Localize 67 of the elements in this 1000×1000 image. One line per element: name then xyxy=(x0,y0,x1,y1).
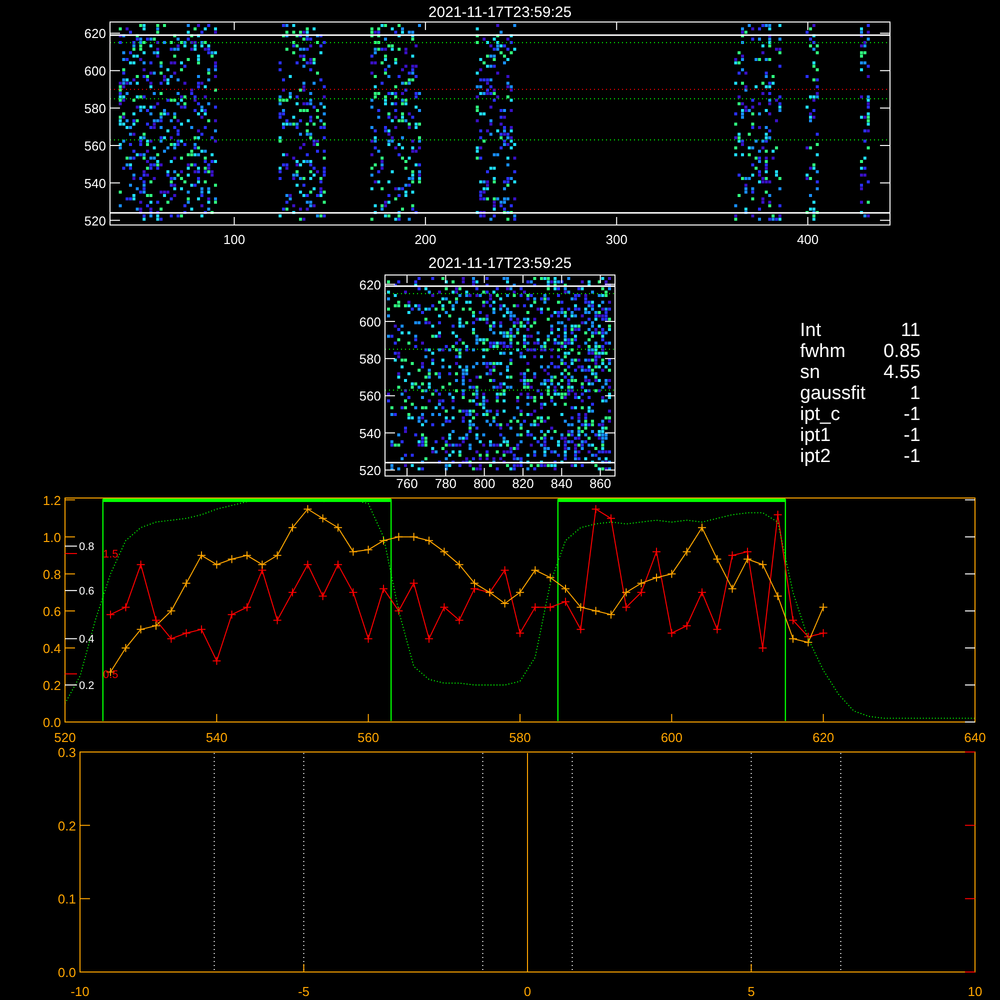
axis-tick-label: 5 xyxy=(748,984,755,999)
axis-tick-label: 0 xyxy=(524,984,532,999)
axis-tick-label: 0.5 xyxy=(103,668,118,681)
fit-parameter-value: 11 xyxy=(900,320,920,341)
axis-tick-label: -5 xyxy=(298,984,310,999)
axis-tick-label: 0.6 xyxy=(79,586,94,598)
axis-tick-label: 0.2 xyxy=(42,678,61,693)
axis-tick-label: 780 xyxy=(434,476,457,490)
fit-parameter-label: gaussfit xyxy=(800,383,866,404)
fit-parameter-value: 4.55 xyxy=(883,362,920,383)
fit-parameter-label: ipt1 xyxy=(800,425,832,446)
axis-tick-label: 540 xyxy=(206,730,228,745)
fit-parameter-label: Int xyxy=(800,320,822,341)
axis-tick-label: 600 xyxy=(359,314,381,330)
axis-tick-label: 600 xyxy=(660,730,683,745)
axis-tick-label: -10 xyxy=(70,984,90,999)
fit-parameter-label: ipt2 xyxy=(800,446,832,467)
axis-tick-label: 540 xyxy=(84,176,106,191)
axis-tick-label: 10 xyxy=(968,984,982,999)
axis-tick-label: 580 xyxy=(509,730,531,745)
axis-tick-label: 620 xyxy=(812,730,834,745)
axis-tick-label: 640 xyxy=(964,730,986,745)
axis-tick-label: 0.6 xyxy=(42,604,61,619)
axis-tick-label: 400 xyxy=(796,232,819,247)
plot-title: 2021-11-17T23:59:25 xyxy=(428,255,572,272)
fit-parameter-value: -1 xyxy=(902,425,920,446)
axis-tick-label: 560 xyxy=(357,730,380,745)
axis-tick-label: 0.0 xyxy=(42,715,61,730)
axis-tick-label: 200 xyxy=(414,232,436,247)
axis-tick-label: 0.0 xyxy=(58,965,76,980)
axis-tick-label: 300 xyxy=(606,232,628,247)
axis-tick-label: 520 xyxy=(359,463,381,478)
fit-parameter-value: 1 xyxy=(908,383,920,404)
fit-parameter-label: ipt_c xyxy=(800,404,842,425)
axis-tick-label: 0.4 xyxy=(79,634,94,646)
axis-tick-label: 580 xyxy=(84,101,106,116)
axis-tick-label: 540 xyxy=(359,426,381,441)
axis-tick-label: 800 xyxy=(474,476,496,490)
axis-tick-label: 1.2 xyxy=(42,492,61,508)
axis-tick-label: 520 xyxy=(84,213,106,228)
axis-tick-label: 620 xyxy=(359,277,381,292)
axis-tick-label: 0.8 xyxy=(42,566,61,582)
fit-parameter-label: fwhm xyxy=(800,341,846,362)
axis-tick-label: 560 xyxy=(84,138,106,154)
axis-tick-label: 0.8 xyxy=(79,541,94,554)
plot-title: 2021-11-17T23:59:25 xyxy=(428,4,572,21)
axis-tick-label: 760 xyxy=(396,476,418,490)
axis-tick-label: 0.1 xyxy=(58,892,76,907)
axis-tick-label: 580 xyxy=(359,352,381,367)
axis-tick-label: 820 xyxy=(512,476,534,490)
axis-tick-label: 840 xyxy=(550,476,572,490)
axis-tick-label: 1.5 xyxy=(103,548,118,561)
fit-parameter-value: -1 xyxy=(902,446,920,467)
axis-tick-label: 0.2 xyxy=(58,818,76,834)
fit-parameter-label: sn xyxy=(800,362,822,383)
axis-tick-label: 1.0 xyxy=(42,530,61,545)
fit-parameter-value: -1 xyxy=(902,404,920,425)
axis-tick-label: 0.4 xyxy=(42,640,61,656)
axis-tick-label: 620 xyxy=(84,26,106,42)
axis-tick-label: 520 xyxy=(54,730,76,745)
axis-tick-label: 860 xyxy=(589,476,612,490)
axis-tick-label: 600 xyxy=(84,64,106,79)
fit-parameter-value: 0.85 xyxy=(883,341,920,362)
axis-tick-label: 0.2 xyxy=(79,680,94,692)
axis-tick-label: 0.3 xyxy=(58,746,76,760)
axis-tick-label: 560 xyxy=(359,388,381,404)
axis-tick-label: 100 xyxy=(223,232,246,247)
